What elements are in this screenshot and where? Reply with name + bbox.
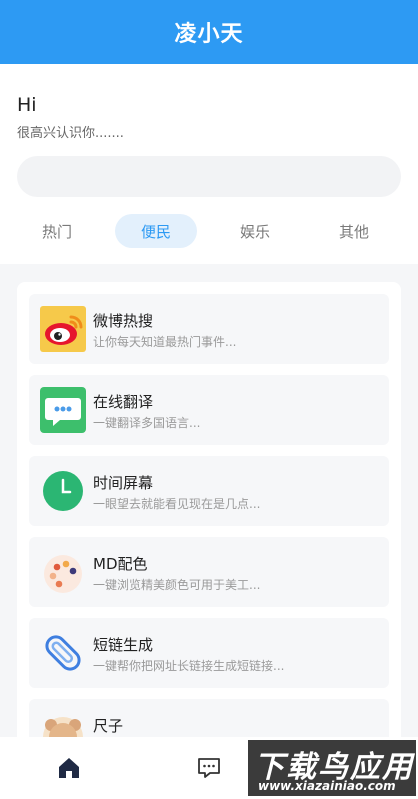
top-section: Hi 很高兴认识你....... 热门 便民 娱乐 其他	[0, 64, 418, 264]
item-description: 一键帮你把网址长链接生成短链接...	[93, 659, 285, 673]
paperclip-icon	[40, 630, 86, 676]
greeting-title: Hi	[17, 94, 37, 116]
clock-icon	[40, 468, 86, 514]
tab-hot[interactable]: 热门	[16, 214, 98, 248]
tab-convenience[interactable]: 便民	[115, 214, 197, 248]
tab-entertainment[interactable]: 娱乐	[214, 214, 296, 248]
item-title: 微博热搜	[93, 312, 154, 330]
item-title: 短链生成	[93, 636, 154, 654]
greeting-subtitle: 很高兴认识你.......	[17, 126, 124, 141]
list-item-translate[interactable]: 在线翻译 一键翻译多国语言...	[29, 375, 389, 445]
app-header: 凌小天	[0, 0, 418, 64]
list-item-md-color[interactable]: MD配色 一键浏览精美颜色可用于美工...	[29, 537, 389, 607]
list-item-weibo[interactable]: 微博热搜 让你每天知道最热门事件...	[29, 294, 389, 364]
item-title: MD配色	[93, 555, 148, 573]
category-tabs: 热门 便民 娱乐 其他	[0, 214, 418, 248]
list-item-short-link[interactable]: 短链生成 一键帮你把网址长链接生成短链接...	[29, 618, 389, 688]
home-icon[interactable]	[56, 755, 82, 781]
item-description: 让你每天知道最热门事件...	[93, 335, 237, 349]
item-title: 尺子	[93, 717, 124, 735]
item-title: 在线翻译	[93, 393, 154, 411]
weibo-icon	[40, 306, 86, 352]
search-input[interactable]	[17, 156, 401, 197]
item-description: 一眼望去就能看见现在是几点...	[93, 497, 261, 511]
feature-list: 微博热搜 让你每天知道最热门事件... 在线翻译 一键翻译多国语言... 时间屏…	[17, 282, 401, 752]
item-description: 一键浏览精美颜色可用于美工...	[93, 578, 261, 592]
list-item-time-screen[interactable]: 时间屏幕 一眼望去就能看见现在是几点...	[29, 456, 389, 526]
item-description: 一键翻译多国语言...	[93, 416, 201, 430]
tab-other[interactable]: 其他	[313, 214, 395, 248]
item-title: 时间屏幕	[93, 474, 154, 492]
app-title: 凌小天	[174, 22, 244, 47]
palette-icon	[40, 549, 86, 595]
message-icon[interactable]	[196, 755, 222, 781]
watermark-url: www.xiazainiao.com	[258, 779, 396, 793]
watermark-logo: 下载鸟应用 www.xiazainiao.com	[248, 740, 416, 796]
translate-chat-icon	[40, 387, 86, 433]
